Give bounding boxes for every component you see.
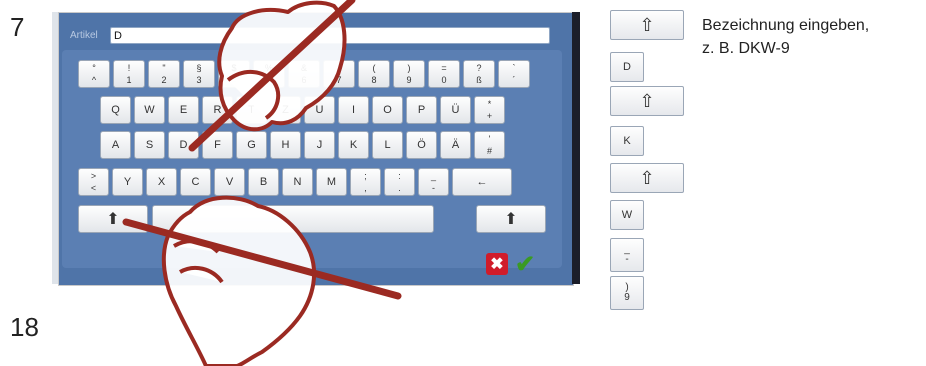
instruction-text: Bezeichnung eingeben, z. B. DKW-9: [702, 14, 869, 60]
key-lower-char: -: [625, 254, 629, 265]
lower-hand-icon: [161, 195, 317, 366]
instruction-line-2: z. B. DKW-9: [702, 40, 790, 57]
sequence-shift-key: ⇧: [610, 10, 684, 40]
sequence-key-d: D: [610, 52, 644, 82]
key-lower-char: 9: [624, 292, 630, 303]
sequence-shift-key: ⇧: [610, 86, 684, 116]
sequence-key-k: K: [610, 126, 644, 156]
sequence-nine-key: ) 9: [610, 276, 644, 310]
sequence-dash-key: _ -: [610, 238, 644, 272]
sequence-shift-key: ⇧: [610, 163, 684, 193]
instruction-line-1: Bezeichnung eingeben,: [702, 17, 870, 34]
sequence-key-w: W: [610, 200, 644, 230]
